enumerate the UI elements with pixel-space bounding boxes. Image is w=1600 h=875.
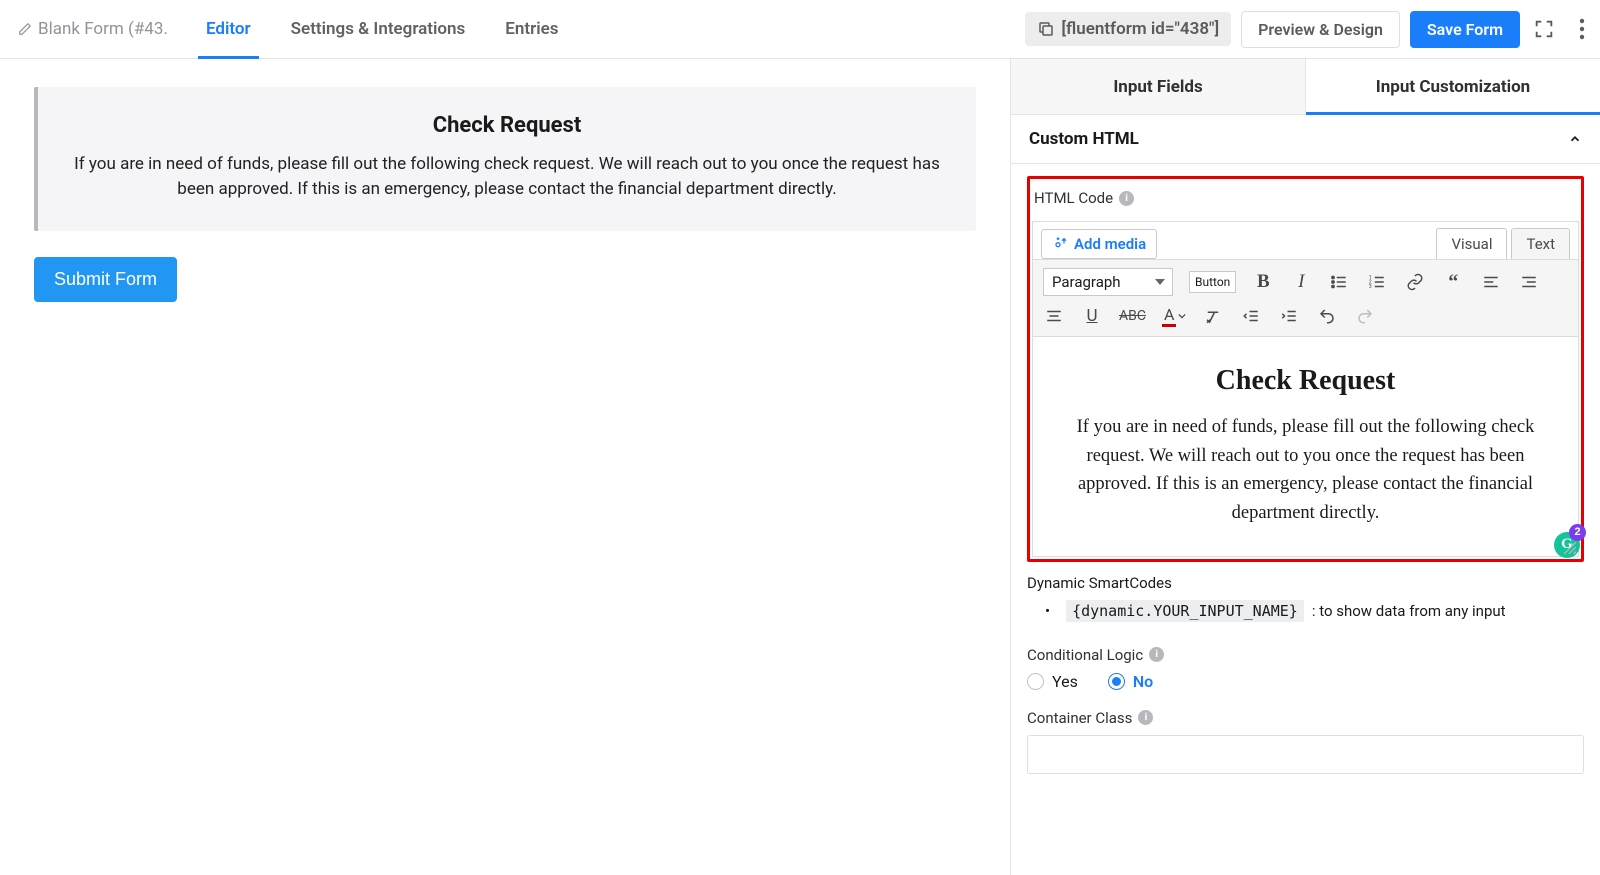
chevron-up-icon bbox=[1568, 132, 1582, 146]
tab-input-fields[interactable]: Input Fields bbox=[1011, 59, 1305, 114]
pencil-icon bbox=[18, 22, 32, 36]
blockquote-button[interactable]: “ bbox=[1442, 270, 1464, 294]
shortcode-pill[interactable]: [fluentform id="438"] bbox=[1025, 12, 1231, 46]
smartcode-chip[interactable]: {dynamic.YOUR_INPUT_NAME} bbox=[1066, 600, 1304, 622]
rich-text-editor: Add media Visual Text Paragraph Bu bbox=[1032, 221, 1579, 557]
section-body: HTML Code i Add media Visual bbox=[1011, 164, 1600, 794]
media-icon bbox=[1052, 236, 1068, 252]
underline-button[interactable]: U bbox=[1081, 304, 1103, 328]
strikethrough-button[interactable]: ABC bbox=[1119, 304, 1146, 328]
block-title: Check Request bbox=[66, 113, 948, 138]
more-menu-button[interactable] bbox=[1568, 15, 1596, 43]
align-left-button[interactable] bbox=[1480, 270, 1502, 294]
info-icon[interactable]: i bbox=[1119, 191, 1134, 206]
workspace: Check Request If you are in need of fund… bbox=[0, 59, 1600, 875]
smartcode-desc: : to show data from any input bbox=[1312, 602, 1506, 620]
block-text: If you are in need of funds, please fill… bbox=[66, 152, 948, 201]
container-class-label: Container Class bbox=[1027, 709, 1132, 727]
undo-button[interactable] bbox=[1316, 304, 1338, 328]
rte-title: Check Request bbox=[1051, 365, 1560, 397]
preview-design-button[interactable]: Preview & Design bbox=[1241, 11, 1400, 48]
info-icon[interactable]: i bbox=[1138, 710, 1153, 725]
tab-input-customization[interactable]: Input Customization bbox=[1305, 59, 1600, 114]
kebab-icon bbox=[1579, 18, 1585, 40]
button-shortcode[interactable]: Button bbox=[1189, 271, 1236, 293]
section-custom-html-header[interactable]: Custom HTML bbox=[1011, 115, 1600, 164]
resize-handle-icon[interactable] bbox=[1564, 542, 1576, 554]
format-select[interactable]: Paragraph bbox=[1043, 268, 1173, 296]
fullscreen-button[interactable] bbox=[1530, 15, 1558, 43]
redo-button[interactable] bbox=[1354, 304, 1376, 328]
svg-text:3: 3 bbox=[1369, 284, 1372, 290]
html-code-label: HTML Code bbox=[1034, 189, 1113, 207]
container-class-input[interactable] bbox=[1027, 735, 1584, 774]
topbar-right: [fluentform id="438"] Preview & Design S… bbox=[1025, 11, 1596, 48]
side-panel: Input Fields Input Customization Custom … bbox=[1010, 59, 1600, 875]
outdent-button[interactable] bbox=[1240, 304, 1262, 328]
tab-editor[interactable]: Editor bbox=[186, 0, 271, 58]
form-title-text: Blank Form (#43… bbox=[38, 19, 168, 39]
form-title[interactable]: Blank Form (#43… bbox=[18, 19, 168, 39]
numbered-list-button[interactable]: 123 bbox=[1366, 270, 1388, 294]
custom-html-block[interactable]: Check Request If you are in need of fund… bbox=[34, 87, 976, 231]
view-tab-text[interactable]: Text bbox=[1511, 228, 1570, 259]
panel-scroll[interactable]: Custom HTML HTML Code i Add media bbox=[1011, 115, 1600, 875]
editor-top-row: Add media Visual Text bbox=[1033, 222, 1578, 259]
topbar: Blank Form (#43… Editor Settings & Integ… bbox=[0, 0, 1600, 59]
align-center-button[interactable] bbox=[1043, 304, 1065, 328]
nav-tabs: Editor Settings & Integrations Entries bbox=[186, 0, 579, 58]
fullscreen-icon bbox=[1533, 18, 1555, 40]
radio-no[interactable]: No bbox=[1108, 672, 1153, 691]
italic-button[interactable]: I bbox=[1290, 270, 1312, 294]
info-icon[interactable]: i bbox=[1149, 647, 1164, 662]
bold-button[interactable]: B bbox=[1252, 270, 1274, 294]
conditional-logic-radio: Yes No bbox=[1027, 672, 1584, 691]
submit-form-button[interactable]: Submit Form bbox=[34, 257, 177, 302]
link-button[interactable] bbox=[1404, 270, 1426, 294]
indent-button[interactable] bbox=[1278, 304, 1300, 328]
editor-view-tabs: Visual Text bbox=[1436, 228, 1570, 259]
tab-entries[interactable]: Entries bbox=[485, 0, 578, 58]
radio-yes[interactable]: Yes bbox=[1027, 672, 1078, 691]
smartcode-item: {dynamic.YOUR_INPUT_NAME} : to show data… bbox=[1045, 600, 1584, 622]
copy-icon bbox=[1037, 20, 1055, 38]
save-form-button[interactable]: Save Form bbox=[1410, 11, 1520, 48]
side-tabs: Input Fields Input Customization bbox=[1011, 59, 1600, 115]
clear-format-button[interactable] bbox=[1202, 304, 1224, 328]
bullet-list-button[interactable] bbox=[1328, 270, 1350, 294]
conditional-logic-label: Conditional Logic bbox=[1027, 646, 1143, 664]
tab-settings[interactable]: Settings & Integrations bbox=[271, 0, 486, 58]
form-canvas[interactable]: Check Request If you are in need of fund… bbox=[0, 59, 1010, 875]
highlight-html-code: HTML Code i Add media Visual bbox=[1027, 176, 1584, 562]
text-color-button[interactable]: A bbox=[1162, 304, 1186, 328]
dynamic-smartcodes: Dynamic SmartCodes {dynamic.YOUR_INPUT_N… bbox=[1027, 574, 1584, 622]
editor-toolbar: Paragraph Button B I 123 “ bbox=[1033, 259, 1578, 336]
rte-body: If you are in need of funds, please fill… bbox=[1051, 413, 1560, 528]
dynamic-smartcodes-label: Dynamic SmartCodes bbox=[1027, 574, 1584, 592]
editor-content[interactable]: Check Request If you are in need of fund… bbox=[1033, 336, 1578, 556]
add-media-button[interactable]: Add media bbox=[1041, 229, 1157, 259]
align-right-button[interactable] bbox=[1518, 270, 1540, 294]
view-tab-visual[interactable]: Visual bbox=[1436, 228, 1507, 259]
grammarly-badge: 2 bbox=[1569, 524, 1586, 541]
